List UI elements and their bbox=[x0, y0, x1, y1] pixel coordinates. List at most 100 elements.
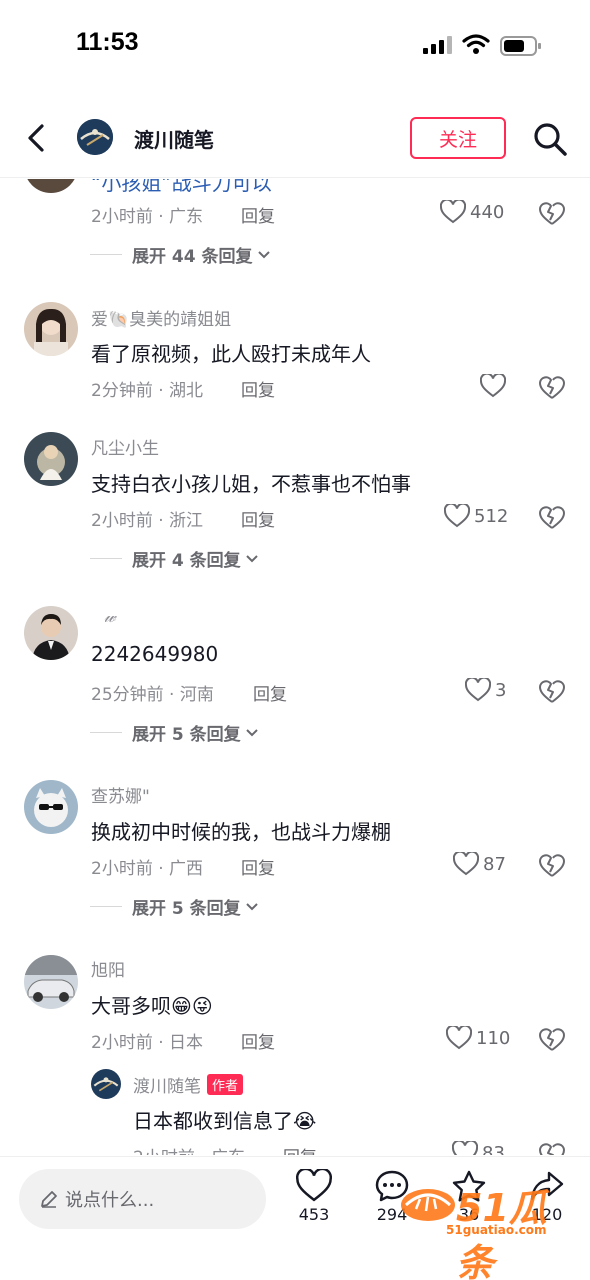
divider bbox=[90, 906, 122, 907]
expand-replies[interactable]: 展开 5 条回复 bbox=[90, 894, 259, 919]
comment-avatar[interactable] bbox=[24, 955, 78, 1009]
comment-avatar[interactable] bbox=[24, 179, 78, 193]
comment-meta: 2小时前 · 浙江 bbox=[91, 511, 204, 531]
divider bbox=[90, 732, 122, 733]
follow-button[interactable]: 关注 bbox=[410, 117, 506, 159]
like-button[interactable]: 512 bbox=[444, 504, 508, 528]
expand-replies[interactable]: 展开 5 条回复 bbox=[90, 720, 259, 745]
broken-heart-icon[interactable] bbox=[539, 505, 565, 531]
battery-icon bbox=[500, 36, 541, 56]
heart-icon bbox=[452, 1141, 478, 1155]
pencil-icon bbox=[41, 1191, 57, 1208]
cellular-signal-icon bbox=[423, 36, 452, 54]
heart-icon bbox=[446, 1026, 472, 1050]
comment-input-placeholder: 说点什么... bbox=[65, 1190, 155, 1211]
reply-button[interactable]: 回复 bbox=[283, 1143, 317, 1155]
reply-username-text: 渡川随笔 bbox=[133, 1077, 201, 1097]
heart-icon bbox=[480, 374, 506, 398]
comment-username[interactable]: 凡尘小生 bbox=[91, 434, 159, 459]
reply-button[interactable]: 回复 bbox=[241, 506, 275, 531]
broken-heart-icon[interactable] bbox=[539, 1142, 565, 1155]
like-count: 87 bbox=[483, 853, 506, 875]
reply-meta: 2小时前 · 广东 bbox=[133, 1143, 245, 1155]
comment-input[interactable]: 说点什么... bbox=[19, 1169, 266, 1229]
reply-button[interactable]: 回复 bbox=[241, 202, 275, 227]
expand-label: 展开 44 条回复 bbox=[132, 247, 253, 267]
expand-label: 展开 5 条回复 bbox=[132, 899, 241, 919]
bottom-bar: 说点什么... 453 294 36 120 51瓜条 51guatiao.co… bbox=[0, 1156, 590, 1280]
expand-replies[interactable]: 展开 44 条回复 bbox=[90, 242, 271, 267]
like-total: 453 bbox=[298, 1205, 330, 1224]
expand-label: 展开 4 条回复 bbox=[132, 551, 241, 571]
comment-text: 大哥多呗😁😜 bbox=[91, 994, 213, 1018]
chevron-down-icon bbox=[245, 902, 258, 910]
like-button[interactable]: 110 bbox=[446, 1026, 510, 1050]
heart-icon bbox=[465, 678, 491, 702]
comment-text: 2242649980 bbox=[91, 642, 219, 666]
comment-avatar[interactable] bbox=[24, 606, 78, 660]
comment-text: “小孩姐”战斗力可以 bbox=[91, 179, 272, 195]
comment-username[interactable]: 旭阳 bbox=[91, 956, 125, 981]
comment-text: 换成初中时候的我，也战斗力爆棚 bbox=[91, 820, 391, 844]
comment-meta: 2分钟前 · 湖北 bbox=[91, 381, 204, 401]
watermark-logo-icon bbox=[401, 1189, 455, 1221]
comment-username[interactable]: 查苏娜" bbox=[91, 782, 150, 807]
comment-list[interactable]: “小孩姐”战斗力可以 2小时前 · 广东 回复 440 展开 44 条回复 爱🐚… bbox=[0, 179, 590, 1155]
back-arrow-icon[interactable] bbox=[22, 120, 52, 156]
chevron-down-icon bbox=[245, 554, 258, 562]
watermark: 51瓜条 51guatiao.com bbox=[398, 1173, 578, 1280]
heart-icon bbox=[444, 504, 470, 528]
heart-icon bbox=[440, 200, 466, 224]
comment-username[interactable]: 𝓌 bbox=[104, 607, 116, 627]
heart-icon bbox=[296, 1169, 332, 1202]
comment-text: 支持白衣小孩儿姐，不惹事也不怕事 bbox=[91, 472, 411, 496]
author-avatar[interactable] bbox=[77, 119, 113, 155]
broken-heart-icon[interactable] bbox=[539, 679, 565, 705]
comment-text: 看了原视频，此人殴打未成年人 bbox=[91, 342, 371, 366]
reply-avatar[interactable] bbox=[91, 1069, 121, 1099]
expand-label: 展开 5 条回复 bbox=[132, 725, 241, 745]
status-time: 11:53 bbox=[76, 28, 139, 56]
broken-heart-icon[interactable] bbox=[539, 375, 565, 401]
reply-button[interactable]: 回复 bbox=[241, 1028, 275, 1053]
like-button[interactable]: 440 bbox=[440, 200, 504, 224]
like-count: 512 bbox=[474, 505, 509, 527]
like-action[interactable]: 453 bbox=[284, 1169, 344, 1224]
search-icon[interactable] bbox=[532, 121, 568, 157]
broken-heart-icon[interactable] bbox=[539, 1027, 565, 1053]
reply-username[interactable]: 渡川随笔 作者 bbox=[133, 1072, 244, 1097]
reply-button[interactable]: 回复 bbox=[241, 854, 275, 879]
divider bbox=[90, 558, 122, 559]
like-count: 110 bbox=[476, 1027, 511, 1049]
author-name[interactable]: 渡川随笔 bbox=[134, 124, 214, 153]
reply-text: 日本都收到信息了😭 bbox=[133, 1109, 317, 1133]
status-bar: 11:53 bbox=[0, 0, 590, 90]
comment-avatar[interactable] bbox=[24, 432, 78, 486]
wifi-icon bbox=[462, 34, 490, 54]
comment-avatar[interactable] bbox=[24, 302, 78, 356]
comment-avatar[interactable] bbox=[24, 780, 78, 834]
chevron-down-icon bbox=[257, 250, 270, 258]
expand-replies[interactable]: 展开 4 条回复 bbox=[90, 546, 259, 571]
like-button[interactable] bbox=[480, 374, 510, 398]
like-count: 440 bbox=[470, 201, 505, 223]
like-count: 83 bbox=[482, 1142, 505, 1156]
header: 渡川随笔 关注 bbox=[0, 100, 590, 178]
like-button[interactable]: 83 bbox=[452, 1141, 505, 1155]
chevron-down-icon bbox=[245, 728, 258, 736]
watermark-url: 51guatiao.com bbox=[446, 1223, 547, 1237]
comment-meta: 25分钟前 · 河南 bbox=[91, 685, 214, 705]
broken-heart-icon[interactable] bbox=[539, 201, 565, 227]
author-badge: 作者 bbox=[207, 1074, 244, 1095]
comment-meta: 2小时前 · 广西 bbox=[91, 859, 204, 879]
divider bbox=[90, 254, 122, 255]
like-button[interactable]: 3 bbox=[465, 678, 506, 702]
broken-heart-icon[interactable] bbox=[539, 853, 565, 879]
like-button[interactable]: 87 bbox=[453, 852, 506, 876]
comment-username[interactable]: 爱🐚臭美的靖姐姐 bbox=[91, 305, 231, 330]
reply-button[interactable]: 回复 bbox=[253, 680, 287, 705]
comment-meta: 2小时前 · 广东 bbox=[91, 207, 204, 227]
heart-icon bbox=[453, 852, 479, 876]
reply-button[interactable]: 回复 bbox=[241, 376, 275, 401]
like-count: 3 bbox=[495, 679, 507, 701]
